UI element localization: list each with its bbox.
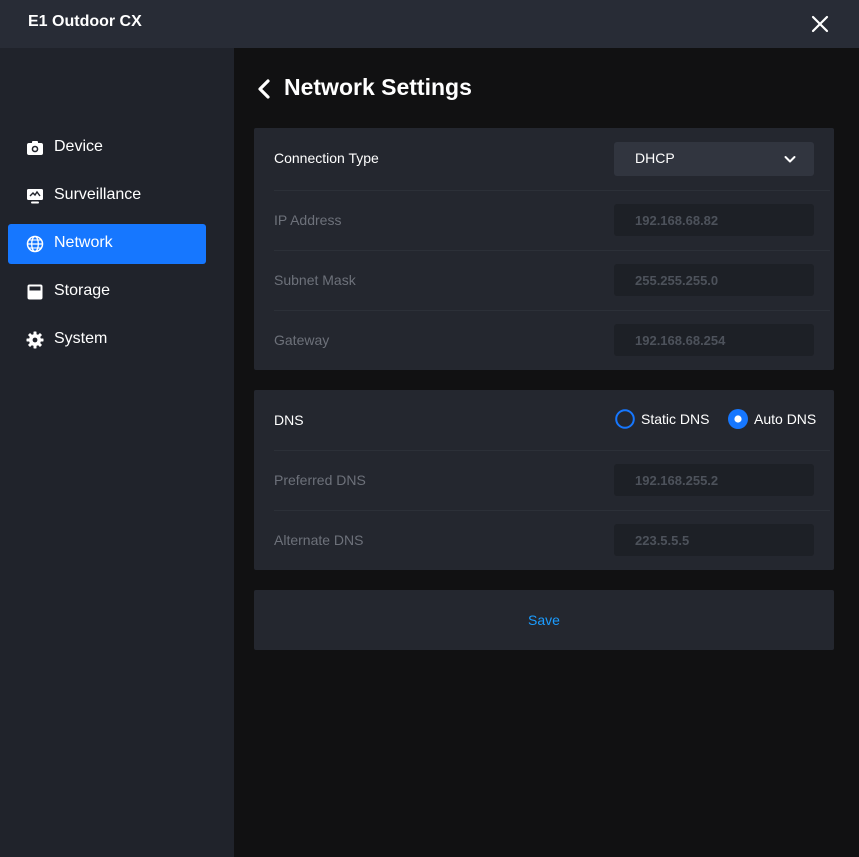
static-dns-radio[interactable]: Static DNS <box>615 409 715 431</box>
gateway-field[interactable]: 192.168.68.254 <box>614 324 814 356</box>
row-divider <box>274 250 830 251</box>
row-divider <box>274 310 830 311</box>
radio-checked-icon <box>728 409 748 429</box>
sidebar-item-surveillance[interactable]: Surveillance <box>8 176 206 216</box>
sidebar-item-device[interactable]: Device <box>8 128 206 168</box>
ip-address-row: IP Address 192.168.68.82 <box>254 190 834 250</box>
sidebar-item-system[interactable]: System <box>8 320 206 360</box>
row-divider <box>274 510 830 511</box>
row-divider <box>274 190 830 191</box>
window-title: E1 Outdoor CX <box>28 13 142 30</box>
dns-settings-card: DNS Static DNS Auto DNS Preferred DNS 19… <box>254 390 834 570</box>
subnet-mask-label: Subnet Mask <box>274 272 356 288</box>
alternate-dns-value: 223.5.5.5 <box>635 533 690 548</box>
preferred-dns-row: Preferred DNS 192.168.255.2 <box>254 450 834 510</box>
monitor-icon <box>26 187 44 205</box>
ip-address-label: IP Address <box>274 212 342 228</box>
camera-icon <box>26 139 44 157</box>
chevron-down-icon <box>784 156 796 163</box>
connection-type-label: Connection Type <box>274 150 379 166</box>
preferred-dns-label: Preferred DNS <box>274 472 366 488</box>
static-dns-label: Static DNS <box>641 411 710 427</box>
dns-mode-row: DNS Static DNS Auto DNS <box>254 390 834 450</box>
close-icon <box>811 15 829 33</box>
sidebar-item-label: Storage <box>54 282 111 299</box>
subnet-mask-value: 255.255.255.0 <box>635 273 719 288</box>
back-button[interactable] <box>254 76 276 102</box>
preferred-dns-field[interactable]: 192.168.255.2 <box>614 464 814 496</box>
sidebar-item-label: Device <box>54 138 103 155</box>
save-label: Save <box>528 612 560 628</box>
subnet-mask-row: Subnet Mask 255.255.255.0 <box>254 250 834 310</box>
title-bar: E1 Outdoor CX <box>0 0 859 48</box>
alternate-dns-label: Alternate DNS <box>274 532 364 548</box>
sidebar: Device Surveillance Network Storage Syst… <box>0 48 234 857</box>
row-divider <box>274 450 830 451</box>
alternate-dns-field[interactable]: 223.5.5.5 <box>614 524 814 556</box>
dns-label: DNS <box>274 412 304 428</box>
chevron-left-icon <box>258 79 270 99</box>
sidebar-item-label: Surveillance <box>54 186 142 203</box>
page-title: Network Settings <box>284 74 472 100</box>
save-button[interactable]: Save <box>254 590 834 650</box>
close-button[interactable] <box>806 10 834 38</box>
alternate-dns-row: Alternate DNS 223.5.5.5 <box>254 510 834 570</box>
sidebar-item-label: System <box>54 330 108 347</box>
ip-address-field[interactable]: 192.168.68.82 <box>614 204 814 236</box>
gateway-value: 192.168.68.254 <box>635 333 726 348</box>
sidebar-item-storage[interactable]: Storage <box>8 272 206 312</box>
subnet-mask-field[interactable]: 255.255.255.0 <box>614 264 814 296</box>
storage-icon <box>26 283 44 301</box>
auto-dns-radio[interactable]: Auto DNS <box>728 409 818 431</box>
main-content: Network Settings Connection Type DHCP IP… <box>234 48 858 857</box>
globe-icon <box>26 235 44 253</box>
ip-address-value: 192.168.68.82 <box>635 213 719 228</box>
ip-settings-card: Connection Type DHCP IP Address 192.168.… <box>254 128 834 370</box>
radio-unchecked-icon <box>615 409 635 429</box>
preferred-dns-value: 192.168.255.2 <box>635 473 719 488</box>
sidebar-item-label: Network <box>54 234 113 251</box>
auto-dns-label: Auto DNS <box>754 411 817 427</box>
connection-type-select[interactable]: DHCP <box>614 142 814 176</box>
settings-window: E1 Outdoor CX Device Surveillance Networ… <box>0 0 859 857</box>
gear-icon <box>26 331 44 349</box>
sidebar-item-network[interactable]: Network <box>8 224 206 264</box>
gateway-label: Gateway <box>274 332 330 348</box>
connection-type-value: DHCP <box>635 150 675 166</box>
connection-type-row: Connection Type DHCP <box>254 128 834 188</box>
gateway-row: Gateway 192.168.68.254 <box>254 310 834 370</box>
